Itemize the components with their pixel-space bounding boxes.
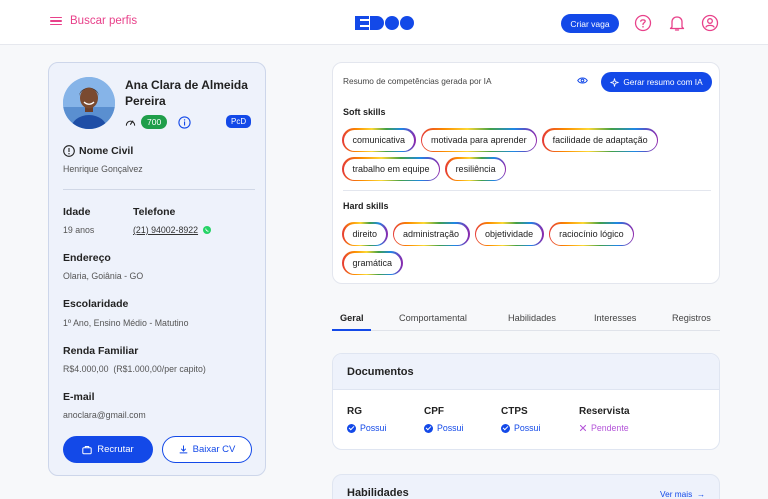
- user-profile-icon[interactable]: [701, 14, 719, 32]
- ai-skills-summary-card: Resumo de competências gerada por IA Ger…: [332, 62, 720, 284]
- candidate-name: Ana Clara de Almeida Pereira: [125, 78, 248, 108]
- skill-chip[interactable]: gramática: [342, 251, 403, 275]
- skills-summary-title: Resumo de competências gerada por IA: [343, 76, 492, 86]
- skill-chip[interactable]: raciocínio lógico: [548, 222, 635, 246]
- eye-icon[interactable]: [577, 76, 588, 85]
- divider: [343, 190, 711, 191]
- hard-skills-title: Hard skills: [343, 201, 389, 211]
- create-job-button[interactable]: Criar vaga: [561, 14, 619, 33]
- civil-name-value: Henrique Gonçalvez: [63, 164, 143, 174]
- skill-chip[interactable]: comunicativa: [342, 128, 416, 152]
- document-item: CPF Possui: [424, 406, 463, 433]
- income-value: R$4.000,00 (R$1.000,00/per capito): [63, 364, 206, 374]
- tab-geral[interactable]: Geral: [340, 313, 364, 323]
- hard-skills-row-2: gramática: [342, 251, 403, 275]
- skill-chip[interactable]: administração: [392, 222, 470, 246]
- recruit-button[interactable]: Recrutar: [63, 436, 153, 463]
- briefcase-icon: [82, 445, 92, 454]
- close-icon: [579, 424, 587, 432]
- address-label: Endereço: [63, 252, 111, 264]
- document-name: CTPS: [501, 406, 528, 417]
- age-label: Idade: [63, 206, 91, 218]
- skill-chip[interactable]: facilidade de adaptação: [542, 128, 659, 152]
- phone-label: Telefone: [133, 206, 176, 218]
- edoo-logo[interactable]: [355, 16, 414, 30]
- profile-tabs: Geral Comportamental Habilidades Interes…: [332, 309, 720, 331]
- tab-comportamental[interactable]: Comportamental: [399, 313, 467, 323]
- whatsapp-icon[interactable]: [203, 226, 212, 234]
- info-icon[interactable]: [178, 115, 191, 129]
- generate-ai-summary-button[interactable]: Gerar resumo com IA: [601, 72, 712, 92]
- check-circle-icon: [501, 423, 510, 433]
- documents-header: Documentos: [333, 354, 719, 390]
- info-exclamation-icon: [63, 145, 75, 157]
- skill-chip[interactable]: trabalho em equipe: [342, 157, 441, 181]
- top-bar: Buscar perfis Criar vaga: [0, 0, 768, 45]
- download-icon: [179, 445, 188, 454]
- menu-label: Buscar perfis: [70, 15, 138, 27]
- document-status: Possui: [347, 423, 386, 433]
- menu-icon: [50, 16, 62, 26]
- check-circle-icon: [424, 423, 433, 433]
- skill-chip[interactable]: motivada para aprender: [420, 128, 538, 152]
- score-badge: 700: [141, 115, 168, 129]
- document-status: Possui: [424, 423, 463, 433]
- civil-name-label: Nome Civil: [79, 145, 134, 157]
- education-label: Escolaridade: [63, 298, 129, 310]
- soft-skills-row-2: trabalho em equipe resiliência: [342, 157, 507, 181]
- abilities-card: Habilidades Ver mais →: [332, 474, 720, 499]
- pcd-badge: PcD: [226, 115, 252, 128]
- menu-button[interactable]: Buscar perfis: [50, 15, 137, 27]
- arrow-right-icon: →: [694, 489, 706, 499]
- hard-skills-row-1: direito administração objetividade racio…: [342, 222, 635, 246]
- recruit-label: Recrutar: [97, 444, 134, 455]
- documents-title: Documentos: [347, 366, 414, 378]
- skill-chip[interactable]: objetividade: [474, 222, 544, 246]
- document-status: Pendente: [579, 423, 630, 433]
- profile-card: Ana Clara de Almeida Pereira 700 PcD Nom…: [48, 62, 266, 476]
- phone-row: (21) 94002-8922: [133, 225, 212, 235]
- document-name: Reservista: [579, 406, 630, 417]
- download-cv-button[interactable]: Baixar CV: [162, 436, 252, 463]
- phone-link[interactable]: (21) 94002-8922: [133, 225, 198, 235]
- see-more-link[interactable]: Ver mais →: [660, 489, 705, 499]
- age-value: 19 anos: [63, 225, 95, 235]
- soft-skills-row-1: comunicativa motivada para aprender faci…: [342, 128, 659, 152]
- sparkle-icon: [610, 77, 619, 87]
- email-value: anoclara@gmail.com: [63, 410, 146, 420]
- speedometer-icon: [125, 120, 136, 126]
- email-label: E-mail: [63, 391, 95, 403]
- active-tab-indicator: [332, 329, 371, 331]
- skill-chip[interactable]: direito: [342, 222, 388, 246]
- score-row: 700: [125, 115, 191, 129]
- education-value: 1º Ano, Ensino Médio - Matutino: [63, 318, 189, 328]
- document-item: CTPS Possui: [501, 406, 540, 433]
- document-name: CPF: [424, 406, 444, 417]
- download-cv-label: Baixar CV: [192, 444, 236, 455]
- avatar: [63, 77, 115, 129]
- document-status: Possui: [501, 423, 540, 433]
- documents-card: Documentos RG Possui CPF Possui CTPS Pos…: [332, 353, 720, 450]
- document-name: RG: [347, 406, 362, 417]
- document-item: Reservista Pendente: [579, 406, 630, 433]
- divider: [63, 189, 255, 190]
- address-value: Olaria, Goiânia - GO: [63, 271, 144, 281]
- generate-ai-summary-label: Gerar resumo com IA: [623, 77, 703, 87]
- tab-interesses[interactable]: Interesses: [594, 313, 636, 323]
- soft-skills-title: Soft skills: [343, 107, 386, 117]
- notification-bell-icon[interactable]: [668, 14, 686, 32]
- skill-chip[interactable]: resiliência: [445, 157, 507, 181]
- tab-registros[interactable]: Registros: [672, 313, 711, 323]
- document-item: RG Possui: [347, 406, 386, 433]
- abilities-title: Habilidades: [347, 487, 409, 499]
- check-circle-icon: [347, 423, 356, 433]
- income-label: Renda Familiar: [63, 345, 139, 357]
- tab-habilidades[interactable]: Habilidades: [508, 313, 556, 323]
- help-icon[interactable]: [634, 14, 652, 32]
